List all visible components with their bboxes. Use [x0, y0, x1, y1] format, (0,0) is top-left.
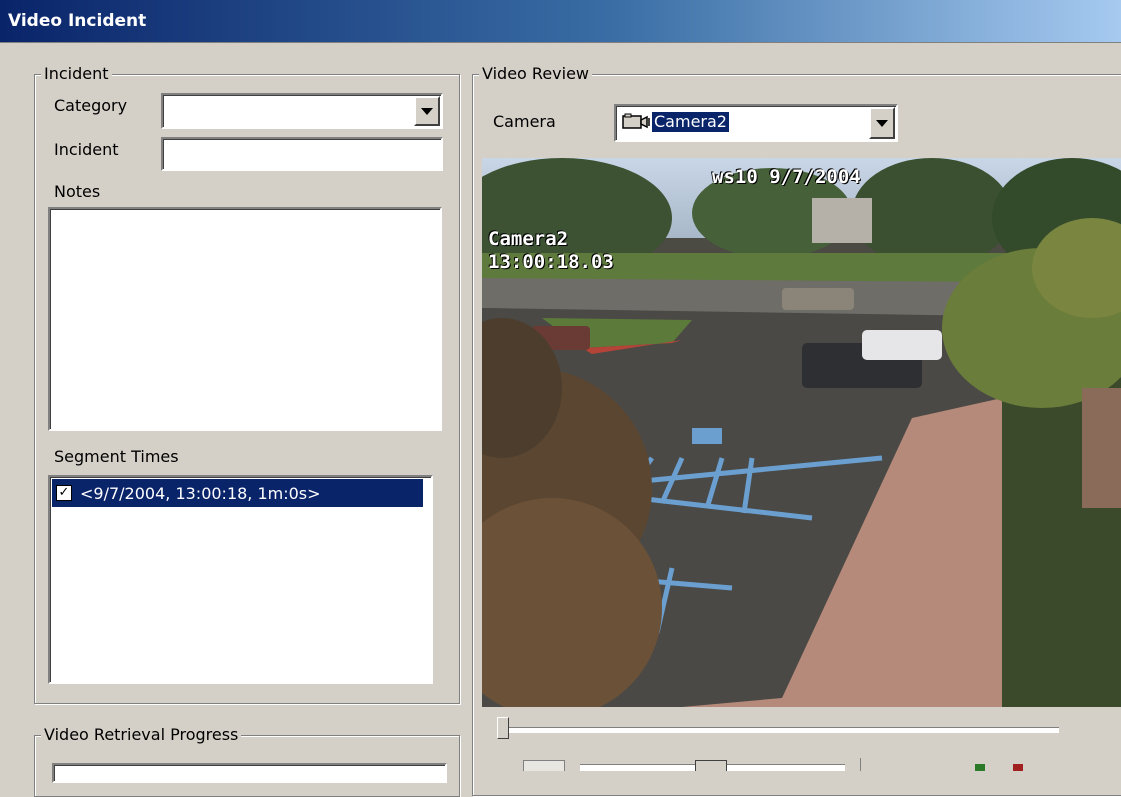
video-retrieval-progress-label: Video Retrieval Progress: [41, 725, 242, 745]
camera-icon: [622, 112, 652, 136]
video-review-group-label: Video Review: [479, 64, 592, 84]
chevron-down-icon: [421, 107, 433, 115]
notes-label: Notes: [54, 182, 101, 201]
notes-textarea[interactable]: [48, 207, 442, 431]
window-title: Video Incident: [8, 11, 147, 31]
segment-item-label: <9/7/2004, 13:00:18, 1m:0s>: [80, 483, 321, 503]
play-button[interactable]: [523, 760, 565, 771]
segment-checkbox[interactable]: ✓: [56, 485, 72, 501]
segment-times-list[interactable]: ✓ <9/7/2004, 13:00:18, 1m:0s>: [48, 475, 433, 684]
camera-selected-value: Camera2: [652, 112, 729, 132]
video-frame[interactable]: ws10 9/7/2004 Camera2 13:00:18.03: [482, 158, 1121, 707]
category-label: Category: [54, 96, 128, 115]
red-indicator-icon: [1013, 764, 1023, 771]
video-overlay-camera: Camera2: [488, 228, 569, 250]
camera-dropdown-button[interactable]: [869, 107, 895, 139]
category-dropdown[interactable]: [161, 93, 443, 129]
video-scrub-thumb[interactable]: [497, 717, 509, 739]
incident-input[interactable]: [161, 137, 443, 171]
incident-label: Incident: [54, 140, 119, 159]
speed-slider-thumb[interactable]: [695, 760, 727, 771]
chevron-down-icon: [876, 119, 888, 127]
playback-toolbar: [495, 758, 1121, 771]
segment-times-label: Segment Times: [54, 447, 179, 466]
window-titlebar: Video Incident: [0, 0, 1121, 43]
toolbar-separator: [860, 758, 861, 771]
segment-list-item[interactable]: ✓ <9/7/2004, 13:00:18, 1m:0s>: [52, 479, 423, 507]
video-overlay-header: ws10 9/7/2004: [712, 166, 861, 188]
incident-group-label: Incident: [41, 64, 112, 84]
camera-dropdown[interactable]: Camera2: [614, 104, 898, 142]
retrieval-progress-bar: [52, 763, 447, 783]
green-indicator-icon: [975, 764, 985, 771]
category-dropdown-button[interactable]: [414, 96, 440, 126]
camera-label: Camera: [493, 112, 556, 131]
video-scrub-track[interactable]: [502, 727, 1059, 733]
camera-feed-image: [482, 158, 1121, 707]
video-overlay-timestamp: 13:00:18.03: [488, 251, 614, 273]
